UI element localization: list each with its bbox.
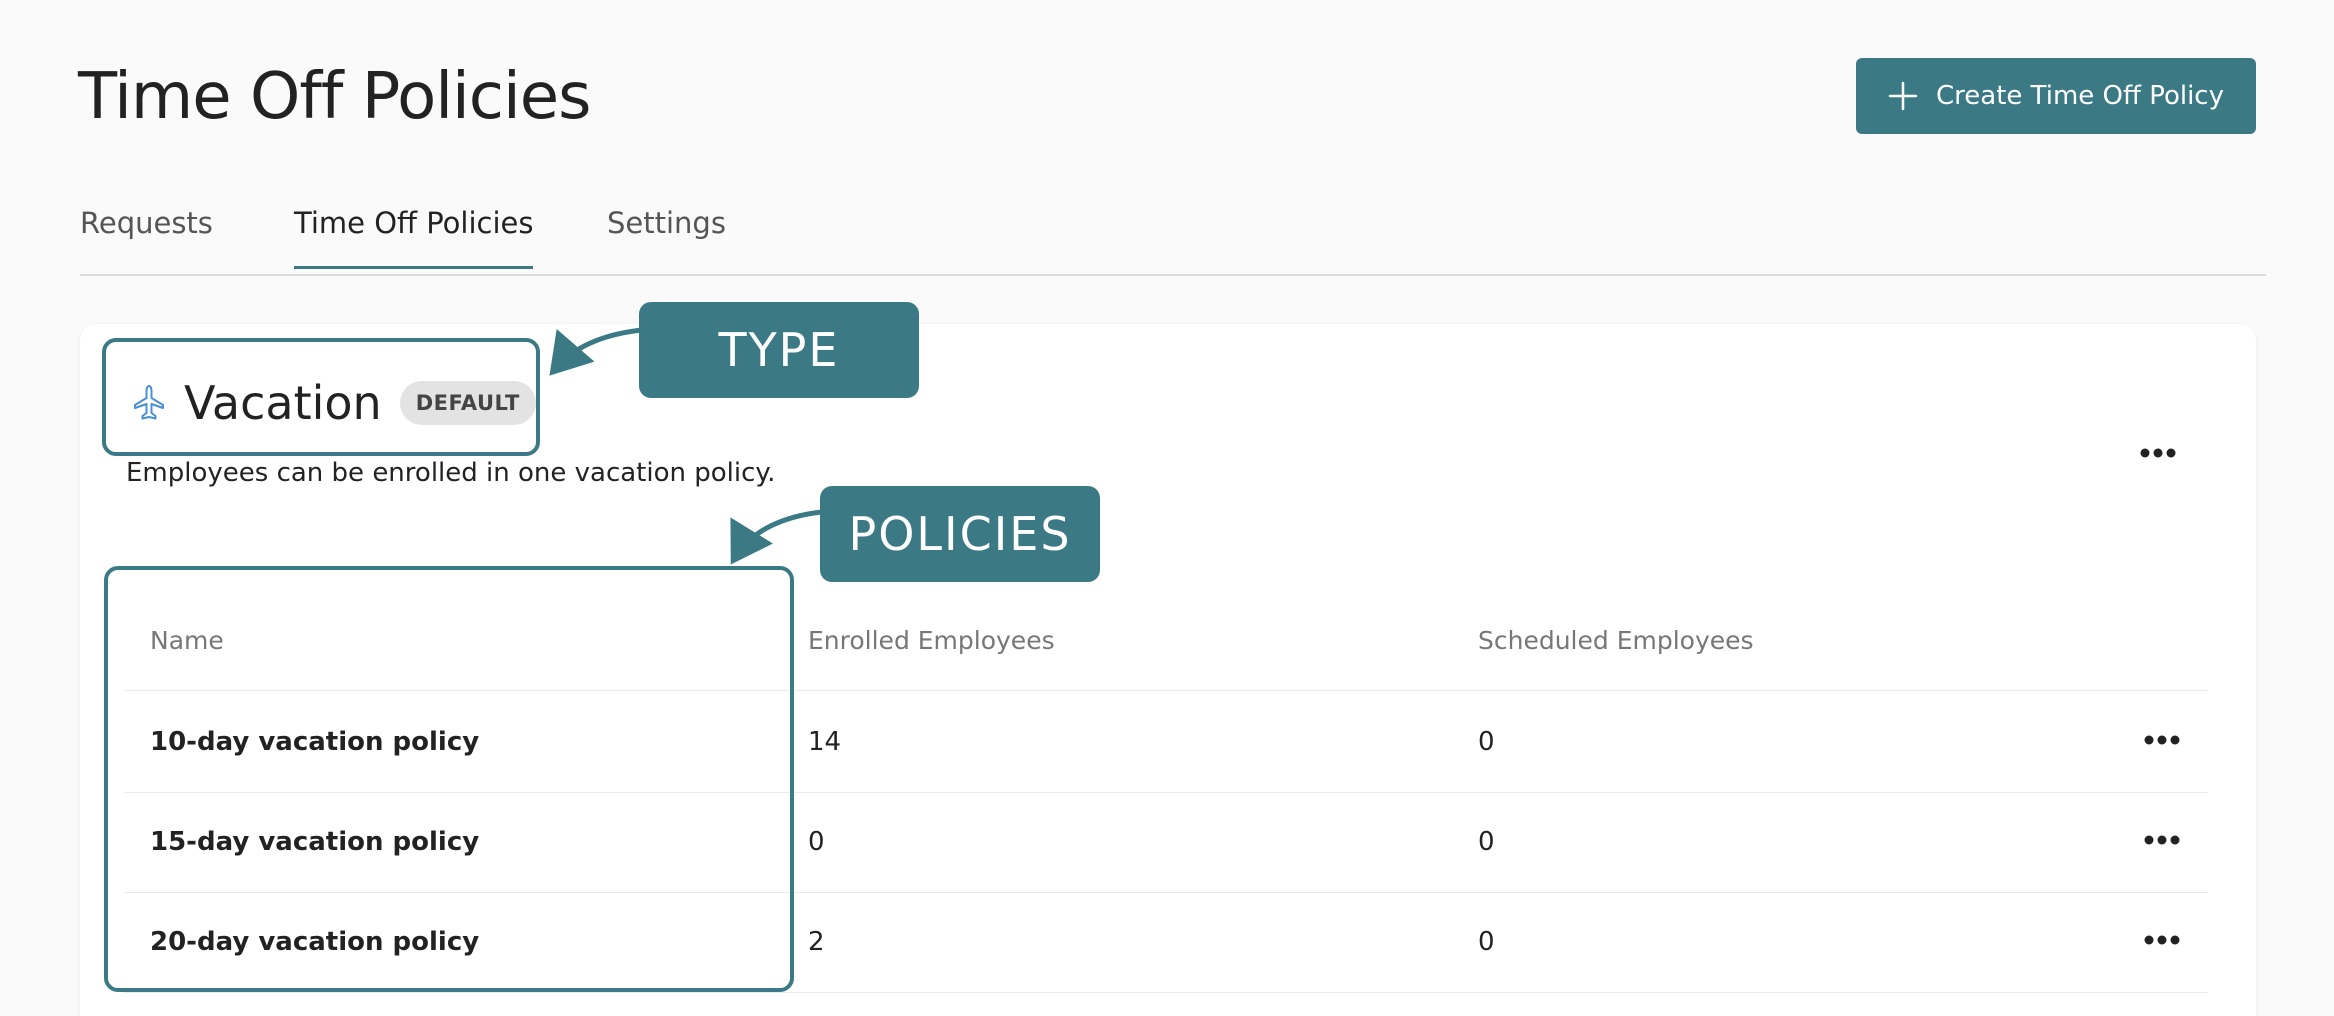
policies-arrow bbox=[730, 509, 823, 565]
type-arrow bbox=[549, 327, 643, 376]
page: Time Off Policies Create Time Off Policy… bbox=[0, 0, 2334, 1016]
callout-arrows bbox=[549, 327, 823, 565]
